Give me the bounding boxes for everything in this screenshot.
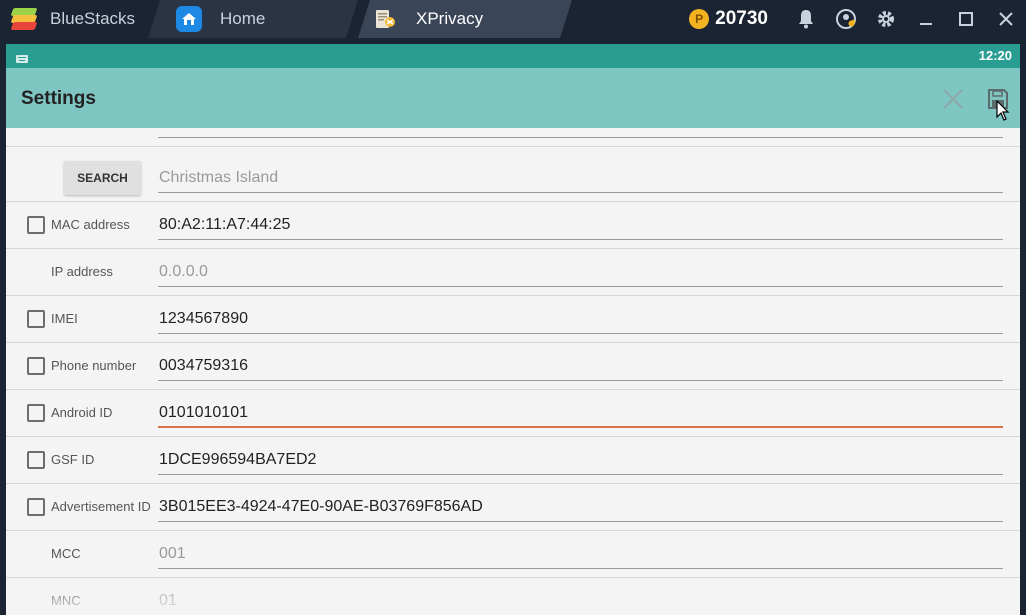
ip-address-label: IP address — [51, 264, 113, 279]
form-row-advertisement-id: Advertisement ID 3B015EE3-4924-47E0-90AE-… — [6, 484, 1020, 531]
tab-xprivacy-label: XPrivacy — [416, 9, 484, 28]
title-bar-controls: P 20730 — [689, 0, 1026, 38]
form-row-mnc: MNC 01 — [6, 578, 1020, 615]
bluestacks-title-bar: BlueStacks Home XPrivacy P 20730 — [0, 0, 1026, 38]
action-bar: Settings — [6, 68, 1020, 128]
form-row-partial-top — [6, 128, 1020, 147]
form-row-phone-number: Phone number 0034759316 — [6, 343, 1020, 390]
gsf-id-label: GSF ID — [51, 452, 95, 467]
account-badge-icon[interactable] — [826, 0, 866, 38]
status-time: 12:20 — [978, 48, 1012, 63]
mcc-input[interactable]: 001 — [158, 539, 1003, 569]
brand-label: BlueStacks — [50, 9, 136, 28]
form-row-ip-address: IP address 0.0.0.0 — [6, 249, 1020, 296]
xprivacy-app-icon — [374, 7, 398, 31]
mac-address-checkbox[interactable] — [27, 216, 45, 234]
maximize-icon[interactable] — [946, 0, 986, 38]
mnc-label: MNC — [51, 593, 81, 608]
android-id-input[interactable]: 0101010101 — [158, 398, 1003, 428]
search-button[interactable]: SEARCH — [64, 161, 141, 195]
android-status-bar: 12:20 — [6, 44, 1020, 68]
coin-balance[interactable]: 20730 — [715, 8, 768, 30]
tab-home[interactable]: Home — [148, 0, 358, 38]
search-row: SEARCH Christmas Island — [6, 155, 1020, 202]
minimize-icon[interactable] — [906, 0, 946, 38]
advertisement-id-checkbox[interactable] — [27, 498, 45, 516]
form-row-mac-address: MAC address 80:A2:11:A7:44:25 — [6, 202, 1020, 249]
gsf-id-input[interactable]: 1DCE996594BA7ED2 — [158, 445, 1003, 475]
advertisement-id-label: Advertisement ID — [51, 499, 151, 514]
gear-icon[interactable] — [866, 0, 906, 38]
bluestacks-brand: BlueStacks — [0, 0, 148, 38]
partial-top-field[interactable] — [158, 128, 1003, 138]
gsf-id-checkbox[interactable] — [27, 451, 45, 469]
mac-address-input[interactable]: 80:A2:11:A7:44:25 — [158, 210, 1003, 240]
tab-home-label: Home — [220, 9, 266, 28]
country-search-input[interactable]: Christmas Island — [158, 163, 1003, 193]
home-icon — [176, 6, 202, 32]
settings-form: SEARCH Christmas Island MAC address 80:A2… — [6, 128, 1020, 615]
android-id-label: Android ID — [51, 405, 113, 420]
phone-number-label: Phone number — [51, 358, 137, 373]
emulator-frame-right — [1020, 38, 1026, 615]
mnc-input[interactable]: 01 — [158, 586, 1003, 615]
form-row-imei: IMEI 1234567890 — [6, 296, 1020, 343]
bluestacks-logo-icon — [10, 6, 40, 32]
close-window-icon[interactable] — [986, 0, 1026, 38]
ip-address-input[interactable]: 0.0.0.0 — [158, 257, 1003, 287]
phone-number-input[interactable]: 0034759316 — [158, 351, 1003, 381]
keyboard-icon — [16, 51, 28, 66]
coin-icon: P — [689, 9, 710, 29]
imei-input[interactable]: 1234567890 — [158, 304, 1003, 334]
mcc-label: MCC — [51, 546, 81, 561]
android-id-checkbox[interactable] — [27, 404, 45, 422]
mouse-cursor-icon — [996, 100, 1010, 121]
form-row-android-id: Android ID 0101010101 — [6, 390, 1020, 437]
cancel-icon[interactable] — [937, 83, 969, 115]
form-row-gsf-id: GSF ID 1DCE996594BA7ED2 — [6, 437, 1020, 484]
form-row-mcc: MCC 001 — [6, 531, 1020, 578]
tab-xprivacy[interactable]: XPrivacy — [358, 0, 572, 38]
imei-label: IMEI — [51, 311, 78, 326]
mac-address-label: MAC address — [51, 217, 130, 232]
advertisement-id-input[interactable]: 3B015EE3-4924-47E0-90AE-B03769F856AD — [158, 492, 1003, 522]
imei-checkbox[interactable] — [27, 310, 45, 328]
phone-number-checkbox[interactable] — [27, 357, 45, 375]
bell-icon[interactable] — [786, 0, 826, 38]
page-title: Settings — [21, 88, 96, 109]
